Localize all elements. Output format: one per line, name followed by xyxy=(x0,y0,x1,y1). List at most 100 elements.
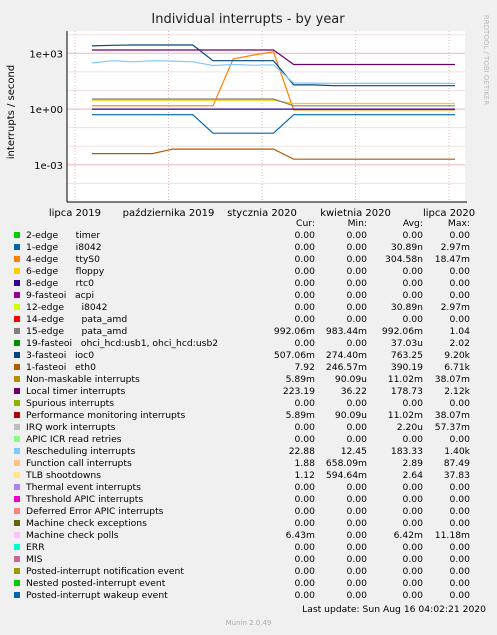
legend-label: Local timer interrupts xyxy=(26,386,126,397)
x-tick-label: października 2019 xyxy=(123,207,215,218)
y-axis-label: interrupts / second xyxy=(6,65,17,159)
y-tick-label: 1e-03 xyxy=(34,161,63,172)
chart: Individual interrupts - by year interrup… xyxy=(6,12,490,218)
legend-max: 0.00 xyxy=(449,434,470,445)
legend-swatch xyxy=(14,436,20,442)
legend-swatch xyxy=(14,280,20,286)
legend-label: 8-edge rtc0 xyxy=(26,278,94,289)
legend-min: 0.00 xyxy=(346,482,367,493)
legend-row: 1-edge i8042 0.00 0.00 30.89n 2.97m xyxy=(0,242,497,254)
legend-swatch xyxy=(14,592,20,598)
legend-label: APIC ICR read retries xyxy=(26,434,122,445)
legend-swatch xyxy=(14,292,20,298)
legend-row: APIC ICR read retries 0.00 0.00 0.00 0.00 xyxy=(0,434,497,446)
legend-min: 0.00 xyxy=(346,542,367,553)
legend-row: ERR 0.00 0.00 0.00 0.00 xyxy=(0,542,497,554)
legend-row: 1-fasteoi eth0 7.92 246.57m 390.19 6.71k xyxy=(0,362,497,374)
legend-label: IRQ work interrupts xyxy=(26,422,116,433)
legend-row: Posted-interrupt notification event 0.00 0… xyxy=(0,566,497,578)
legend-cur: 0.00 xyxy=(294,398,315,409)
legend-cur: 0.00 xyxy=(294,506,315,517)
legend-cur: 0.00 xyxy=(294,254,315,265)
legend-label: ERR xyxy=(26,542,45,553)
legend-cur: 0.00 xyxy=(294,338,315,349)
legend-swatch xyxy=(14,388,20,394)
legend-row: 4-edge ttyS0 0.00 0.00 304.58n 18.47m xyxy=(0,254,497,266)
legend-row: Thermal event interrupts 0.00 0.00 0.00 0.00 xyxy=(0,482,497,494)
legend-swatch xyxy=(14,520,20,526)
x-tick-label: lipca 2020 xyxy=(423,208,475,218)
legend-row: Machine check exceptions 0.00 0.00 0.00 0.00 xyxy=(0,518,497,530)
legend-label: Non-maskable interrupts xyxy=(26,374,140,385)
legend-cur: 507.06m xyxy=(273,350,315,361)
legend-max: 0.00 xyxy=(449,578,470,589)
legend-min: 0.00 xyxy=(346,338,367,349)
legend-cur: 0.00 xyxy=(294,566,315,577)
legend-max: 18.47m xyxy=(434,254,470,265)
legend-swatch xyxy=(14,484,20,490)
legend-min: 36.22 xyxy=(340,386,367,397)
legend-swatch xyxy=(14,244,20,250)
legend-max: 11.18m xyxy=(434,530,470,541)
legend-max: 2.12k xyxy=(444,386,470,397)
legend-label: 3-fasteoi ioc0 xyxy=(26,350,95,361)
legend-max: 0.00 xyxy=(449,590,470,601)
legend-cur: 0.00 xyxy=(294,422,315,433)
legend-min: 246.57m xyxy=(325,362,367,373)
legend-max: 0.00 xyxy=(449,494,470,505)
legend-swatch xyxy=(14,532,20,538)
legend-label: Performance monitoring interrupts xyxy=(26,410,186,421)
plot-area xyxy=(67,31,465,202)
legend-max: 2.97m xyxy=(440,302,470,313)
munin-version: Munin 2.0.49 xyxy=(225,619,272,627)
legend-cur: 0.00 xyxy=(294,242,315,253)
legend-label: Posted-interrupt wakeup event xyxy=(26,590,168,601)
legend-max: 0.00 xyxy=(449,482,470,493)
legend-max: 0.00 xyxy=(449,518,470,529)
legend-label: Threshold APIC interrupts xyxy=(26,494,144,505)
side-label: RRDTOOL / TOBI OETIKER xyxy=(482,15,490,105)
legend-label: 14-edge pata_amd xyxy=(26,314,128,325)
legend-swatch xyxy=(14,400,20,406)
legend-row: 9-fasteoi acpi 0.00 0.00 0.00 0.00 xyxy=(0,290,497,302)
legend-cur: 0.00 xyxy=(294,230,315,241)
legend-max: 57.37m xyxy=(434,422,470,433)
legend-max: 0.00 xyxy=(449,314,470,325)
legend-row: 12-edge i8042 0.00 0.00 30.89n 2.97m xyxy=(0,302,497,314)
legend-swatch xyxy=(14,568,20,574)
legend-max: 2.97m xyxy=(440,242,470,253)
legend-cur: 0.00 xyxy=(294,554,315,565)
legend-min: 0.00 xyxy=(346,230,367,241)
legend-max: 38.07m xyxy=(434,410,470,421)
legend-max: 0.00 xyxy=(449,230,470,241)
legend-cur: 0.00 xyxy=(294,578,315,589)
legend-swatch xyxy=(14,256,20,262)
legend-cur: 0.00 xyxy=(294,434,315,445)
legend-label: 19-fasteoi ohci_hcd:usb1, ohci_hcd:usb2 xyxy=(26,338,219,349)
legend-swatch xyxy=(14,232,20,238)
legend-swatch xyxy=(14,460,20,466)
legend-cur: 5.89m xyxy=(285,374,315,385)
legend-row: Nested posted-interrupt event 0.00 0.00 0.0… xyxy=(0,578,497,590)
legend-label: 4-edge ttyS0 xyxy=(26,254,100,265)
legend-row: 3-fasteoi ioc0 507.06m 274.40m 763.25 9.20k xyxy=(0,350,497,362)
legend-swatch xyxy=(14,580,20,586)
legend-max: 6.71k xyxy=(444,362,470,373)
legend-max: 1.40k xyxy=(444,446,470,457)
legend-swatch xyxy=(14,268,20,274)
legend-swatch xyxy=(14,496,20,502)
legend-label: Spurious interrupts xyxy=(26,398,115,409)
legend-min: 0.00 xyxy=(346,422,367,433)
legend-min: 0.00 xyxy=(346,242,367,253)
legend-header: Cur: Min: Avg: Max: xyxy=(0,218,497,230)
legend-cur: 22.88 xyxy=(288,446,315,457)
legend-min: 0.00 xyxy=(346,254,367,265)
legend-cur: 0.00 xyxy=(294,518,315,529)
legend-cur: 0.00 xyxy=(294,290,315,301)
legend-min: 0.00 xyxy=(346,566,367,577)
legend-label: Function call interrupts xyxy=(26,458,132,469)
legend-min: 0.00 xyxy=(346,278,367,289)
legend-min: 0.00 xyxy=(346,266,367,277)
legend-cur: 1.12 xyxy=(294,470,315,481)
legend-swatch xyxy=(14,352,20,358)
